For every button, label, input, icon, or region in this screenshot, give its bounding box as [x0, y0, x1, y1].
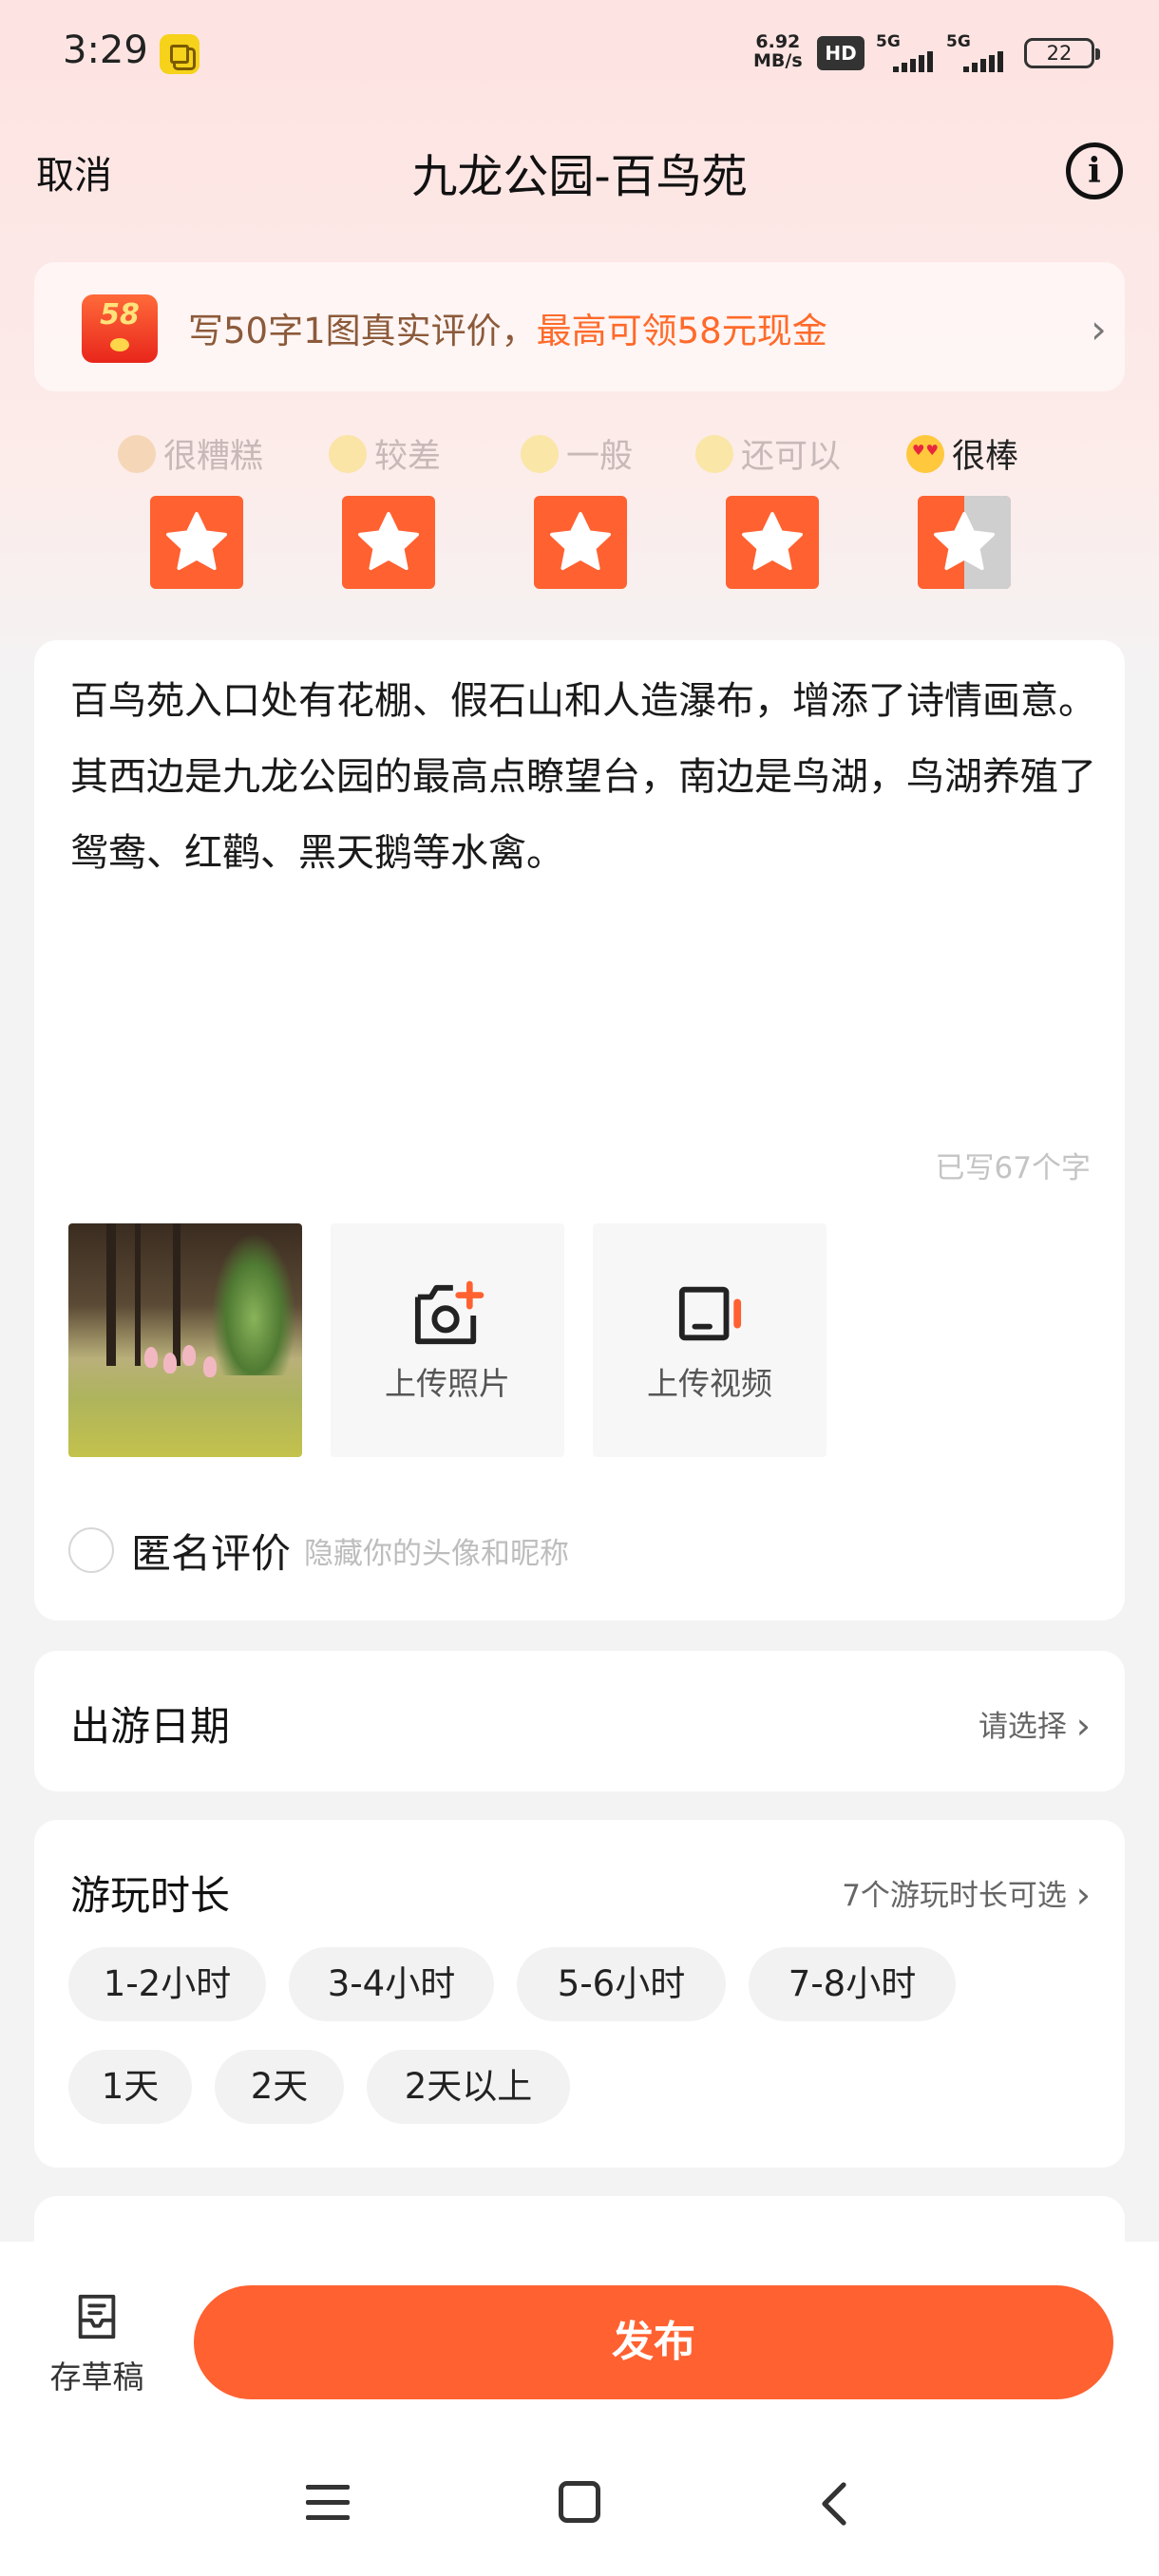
play-duration-more[interactable]: 7个游玩时长可选 › — [842, 1871, 1091, 1916]
duration-option[interactable]: 1-2小时 — [68, 1947, 266, 2021]
anonymous-hint: 隐藏你的头像和昵称 — [304, 1536, 570, 1571]
hd-voice-icon: HD — [817, 36, 864, 70]
duration-option[interactable]: 1天 — [68, 2050, 192, 2124]
chevron-right-icon: › — [1075, 1705, 1091, 1747]
publish-button[interactable]: 发布 — [194, 2285, 1113, 2399]
rating-label-excellent[interactable]: 很棒 — [906, 429, 1018, 478]
star-icon — [742, 512, 803, 571]
duration-option[interactable]: 7-8小时 — [749, 1947, 956, 2021]
signal-icon: 5G — [876, 32, 944, 72]
anonymous-checkbox[interactable] — [68, 1527, 114, 1573]
star-icon — [550, 512, 611, 571]
star-5-button[interactable] — [918, 496, 1011, 589]
camera-plus-icon — [414, 1280, 484, 1345]
anonymous-label: 匿名评价 — [131, 1529, 292, 1577]
battery-icon: 22 — [1024, 38, 1100, 68]
upload-photo-label: 上传照片 — [385, 1365, 510, 1402]
rating-label-text: 很棒 — [952, 438, 1019, 476]
bottom-action-bar: 存草稿 发布 — [0, 2242, 1159, 2576]
rating-label-average[interactable]: 一般 — [521, 429, 633, 478]
draft-box-icon — [78, 2294, 116, 2339]
menu-icon[interactable] — [306, 2483, 350, 2523]
cash-reward-banner[interactable]: 58 写50字1图真实评价，最高可领58元现金 › — [34, 262, 1125, 391]
status-bar: 3:29 6.92 MB/s HD 5G 5G 22 — [0, 0, 1159, 104]
travel-date-select-label: 请选择 — [978, 1710, 1067, 1744]
star-icon — [934, 512, 995, 571]
app-notification-icon — [160, 34, 200, 74]
rating-label-okay[interactable]: 还可以 — [695, 429, 841, 478]
chevron-right-icon: › — [1075, 1874, 1091, 1916]
network-speed-unit: MB/s — [753, 50, 803, 71]
star-icon — [166, 512, 227, 571]
save-draft-label: 存草稿 — [49, 2358, 144, 2396]
rating-label-text: 一般 — [566, 438, 634, 476]
red-envelope-icon: 58 — [82, 294, 158, 363]
star-2-button[interactable] — [342, 496, 435, 589]
page-title: 九龙公园-百鸟苑 — [411, 150, 748, 203]
video-camera-icon — [678, 1286, 742, 1341]
smile-face-icon — [695, 434, 733, 473]
star-4-button[interactable] — [726, 496, 819, 589]
duration-option[interactable]: 3-4小时 — [289, 1947, 494, 2021]
duration-option[interactable]: 2天 — [215, 2050, 344, 2124]
play-duration-title: 游玩时长 — [70, 1872, 231, 1919]
sad-face-icon — [118, 434, 156, 473]
review-textarea[interactable]: 百鸟苑入口处有花棚、假石山和人造瀑布，增添了诗情画意。其西边是九龙公园的最高点瞭… — [70, 663, 1096, 891]
rating-labels: 很糟糕 较差 一般 还可以 很棒 — [0, 429, 1159, 483]
travel-date-row[interactable]: 出游日期 请选择 › — [34, 1651, 1125, 1791]
promo-text-highlight: 最高可领58元现金 — [536, 311, 827, 351]
system-navigation-bar — [0, 2445, 1159, 2559]
duration-option[interactable]: 2天以上 — [367, 2050, 570, 2124]
upload-video-label: 上传视频 — [647, 1365, 772, 1402]
info-icon[interactable]: i — [1066, 142, 1123, 199]
promo-text: 写50字1图真实评价，最高可领58元现金 — [188, 302, 827, 353]
upload-video-button[interactable]: 上传视频 — [593, 1223, 826, 1457]
rating-label-text: 很糟糕 — [163, 438, 264, 476]
save-draft-button[interactable]: 存草稿 — [38, 2291, 156, 2396]
anonymous-review-row[interactable]: 匿名评价 隐藏你的头像和昵称 — [68, 1524, 569, 1577]
status-time: 3:29 — [63, 28, 148, 72]
star-1-button[interactable] — [150, 496, 243, 589]
heart-eyes-face-icon — [906, 434, 944, 473]
uploaded-photo-thumbnail[interactable] — [68, 1223, 302, 1457]
network-speed: 6.92 MB/s — [753, 32, 803, 70]
upload-photo-button[interactable]: 上传照片 — [331, 1223, 564, 1457]
review-card: 百鸟苑入口处有花棚、假石山和人造瀑布，增添了诗情画意。其西边是九龙公园的最高点瞭… — [34, 640, 1125, 1620]
play-duration-more-label: 7个游玩时长可选 — [842, 1879, 1067, 1913]
rating-label-text: 较差 — [374, 438, 442, 476]
duration-option[interactable]: 5-6小时 — [517, 1947, 726, 2021]
rating-label-text: 还可以 — [741, 438, 842, 476]
star-3-button[interactable] — [534, 496, 627, 589]
frown-face-icon — [329, 434, 367, 473]
home-icon[interactable] — [559, 2481, 600, 2523]
star-icon — [358, 512, 419, 571]
word-count: 已写67个字 — [935, 1151, 1091, 1185]
signal-label: 5G — [946, 32, 971, 51]
chevron-right-icon: › — [1091, 306, 1107, 352]
network-speed-value: 6.92 — [755, 31, 801, 52]
back-icon[interactable] — [815, 2479, 853, 2529]
play-duration-card: 游玩时长 7个游玩时长可选 › 1-2小时 3-4小时 5-6小时 7-8小时 … — [34, 1820, 1125, 2168]
travel-date-select[interactable]: 请选择 › — [978, 1702, 1091, 1747]
rating-label-terrible[interactable]: 很糟糕 — [118, 429, 263, 478]
rating-label-poor[interactable]: 较差 — [329, 429, 441, 478]
signal-label: 5G — [876, 32, 901, 51]
travel-date-title: 出游日期 — [70, 1703, 231, 1750]
neutral-face-icon — [521, 434, 559, 473]
star-rating — [0, 496, 1159, 591]
signal-icon: 5G — [946, 32, 1015, 72]
promo-text-plain: 写50字1图真实评价， — [188, 311, 537, 351]
